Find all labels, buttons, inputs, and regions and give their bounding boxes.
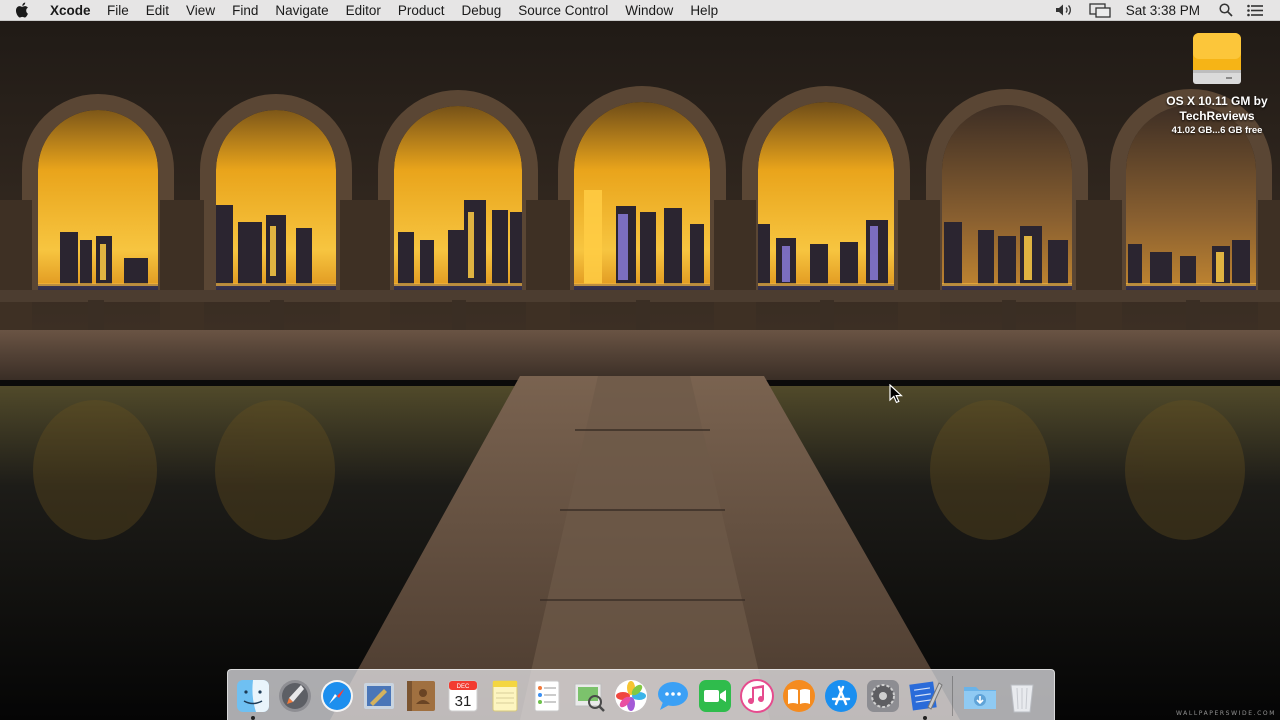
desktop-wallpaper <box>0 0 1280 720</box>
desktop-drive-icon[interactable]: OS X 10.11 GM by TechReviews 41.02 GB...… <box>1162 30 1272 136</box>
launchpad-icon <box>279 679 311 712</box>
menu-product[interactable]: Product <box>389 3 453 18</box>
messages-icon <box>658 681 688 710</box>
menu-help[interactable]: Help <box>682 3 727 18</box>
display-mirroring-icon[interactable] <box>1082 0 1118 20</box>
volume-icon[interactable] <box>1048 0 1082 20</box>
dock-xcode[interactable] <box>906 677 944 720</box>
dock-facetime[interactable] <box>696 677 734 715</box>
dock-preview[interactable] <box>570 677 608 715</box>
dock-calendar[interactable]: DEC 31 <box>444 677 482 715</box>
dock-photos[interactable] <box>612 677 650 715</box>
dock-system-preferences[interactable] <box>864 677 902 715</box>
dock-downloads[interactable] <box>961 677 999 715</box>
menu-navigate[interactable]: Navigate <box>267 3 337 18</box>
itunes-icon <box>740 678 774 713</box>
dock-separator <box>952 675 953 716</box>
app-menu-xcode[interactable]: Xcode <box>44 3 99 18</box>
menu-editor[interactable]: Editor <box>337 3 389 18</box>
desktop: Xcode File Edit View Find Navigate Edito… <box>0 0 1280 720</box>
preview-icon <box>574 683 605 712</box>
drive-capacity-info: 41.02 GB...6 GB free <box>1171 125 1263 136</box>
dock-notes[interactable] <box>486 677 524 715</box>
contacts-icon <box>407 680 435 711</box>
photos-icon <box>615 679 647 712</box>
spotlight-search-icon[interactable] <box>1212 0 1240 20</box>
notification-center-icon[interactable] <box>1240 0 1270 20</box>
menu-bar: Xcode File Edit View Find Navigate Edito… <box>0 0 1280 21</box>
dock-app-store[interactable] <box>822 677 860 715</box>
safari-icon <box>321 679 353 712</box>
dock-ibooks[interactable] <box>780 677 818 715</box>
menu-debug[interactable]: Debug <box>453 3 510 18</box>
system-preferences-icon <box>867 679 899 712</box>
downloads-folder-icon <box>964 686 996 709</box>
calendar-month-label: DEC <box>457 684 470 690</box>
calendar-icon: DEC 31 <box>448 680 478 711</box>
menu-file[interactable]: File <box>99 3 138 18</box>
dock-trash[interactable] <box>1003 677 1041 715</box>
menu-edit[interactable]: Edit <box>137 3 177 18</box>
menu-source-control[interactable]: Source Control <box>510 3 617 18</box>
finder-icon <box>237 679 269 712</box>
dock: DEC 31 <box>227 669 1055 720</box>
app-store-icon <box>825 679 857 712</box>
drive-name-line1: OS X 10.11 GM by <box>1166 94 1268 108</box>
menu-find[interactable]: Find <box>224 3 267 18</box>
dock-contacts[interactable] <box>402 677 440 715</box>
external-drive-icon <box>1193 33 1241 84</box>
running-indicator <box>251 715 255 720</box>
facetime-icon <box>699 679 731 712</box>
mouse-cursor-icon <box>889 384 903 404</box>
wallpaper-watermark: WALLPAPERSWIDE.COM <box>1175 710 1276 717</box>
reminders-icon <box>534 680 560 711</box>
dock-itunes[interactable] <box>738 677 776 715</box>
mail-icon <box>364 682 394 709</box>
dock-launchpad[interactable] <box>276 677 314 715</box>
dock-reminders[interactable] <box>528 677 566 715</box>
notes-icon <box>492 680 518 711</box>
calendar-day-label: 31 <box>455 693 472 710</box>
xcode-icon <box>909 680 943 711</box>
trash-icon <box>1010 684 1034 712</box>
menu-window[interactable]: Window <box>617 3 682 18</box>
dock-mail[interactable] <box>360 677 398 715</box>
menu-bar-clock[interactable]: Sat 3:38 PM <box>1118 3 1212 18</box>
running-indicator <box>923 715 927 720</box>
menu-view[interactable]: View <box>178 3 224 18</box>
dock-finder[interactable] <box>234 677 272 720</box>
ibooks-icon <box>783 679 815 712</box>
dock-messages[interactable] <box>654 677 692 715</box>
dock-safari[interactable] <box>318 677 356 715</box>
drive-name-line2: TechReviews <box>1179 109 1255 123</box>
apple-menu-icon[interactable] <box>0 0 44 20</box>
